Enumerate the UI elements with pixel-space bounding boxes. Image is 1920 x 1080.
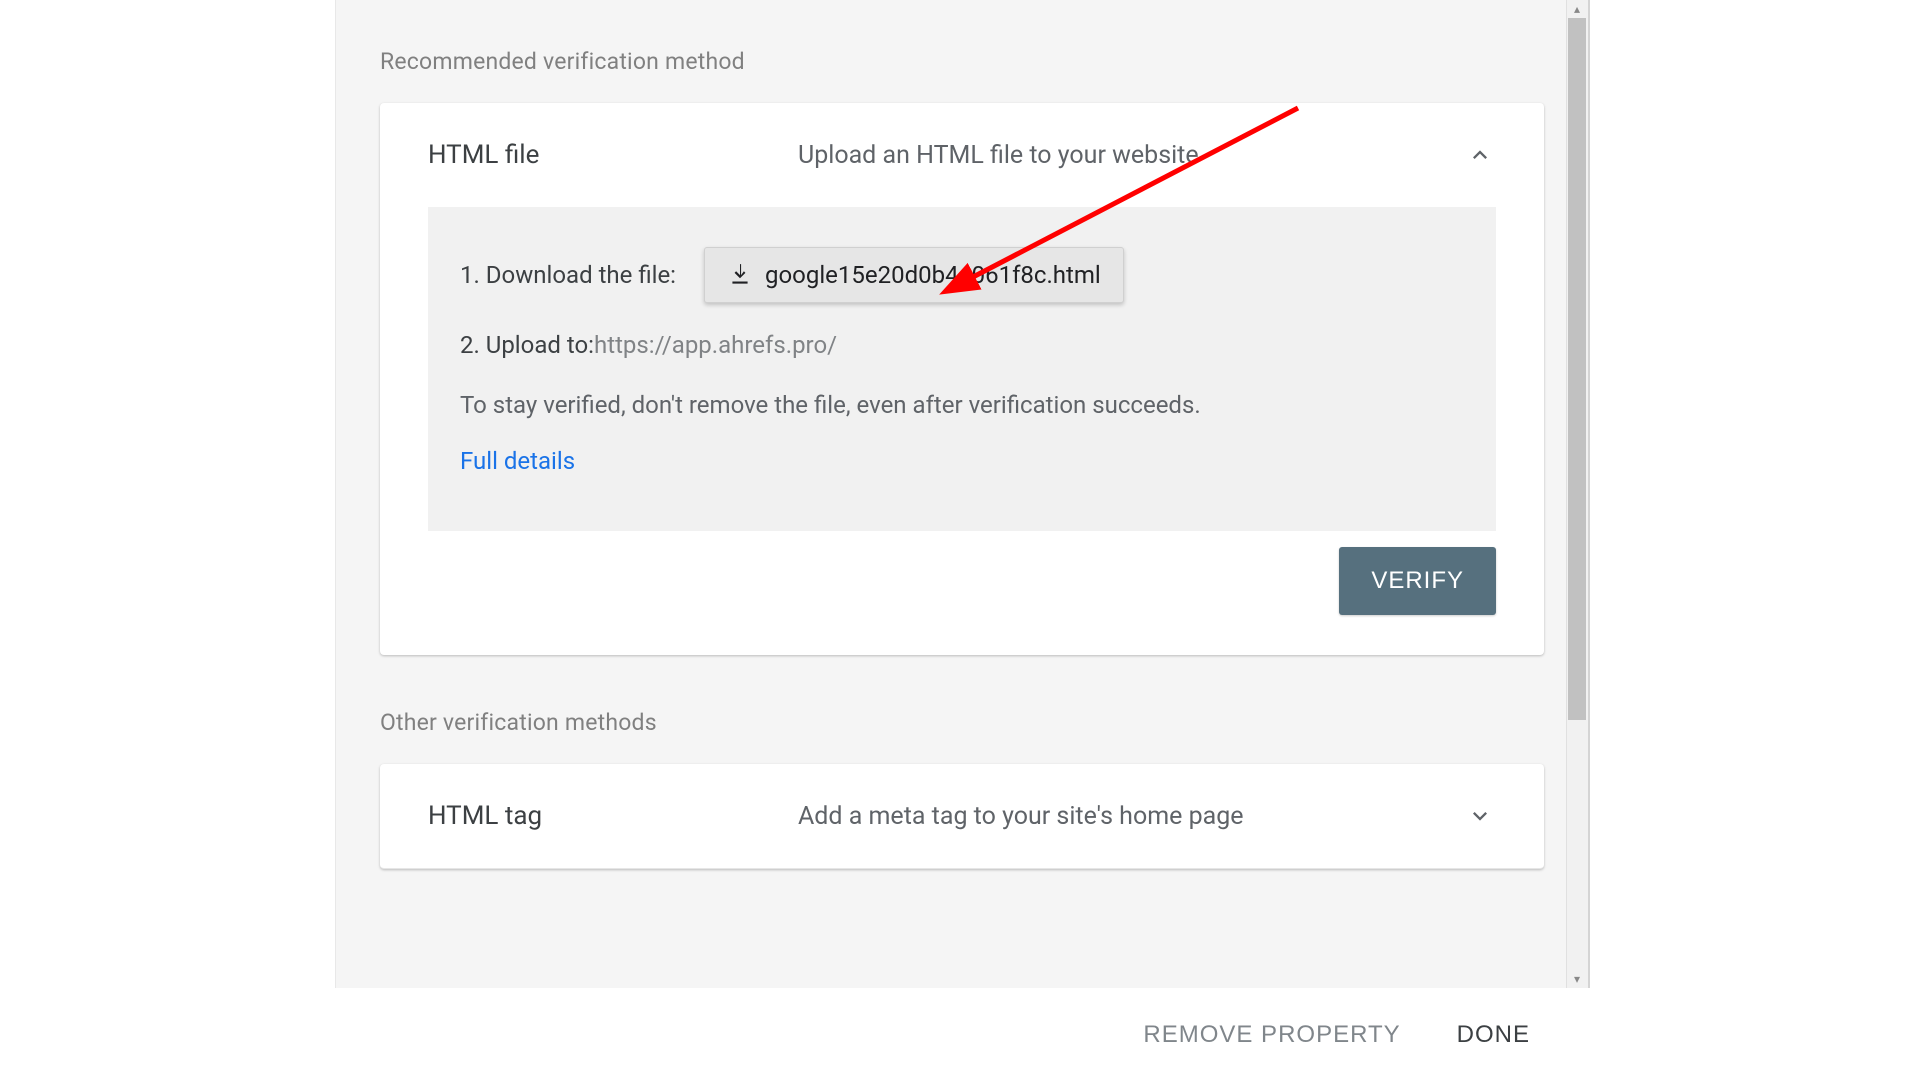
html-file-card-body: 1. Download the file: google15e20d0b4a06…	[428, 207, 1496, 531]
html-tag-card-title: HTML tag	[428, 801, 798, 831]
html-tag-card-subtitle: Add a meta tag to your site's home page	[798, 802, 1464, 831]
scroll-area: Recommended verification method HTML fil…	[335, 0, 1590, 988]
html-file-card-actions: VERIFY	[380, 531, 1544, 655]
scroll-arrow-down-icon[interactable]: ▾	[1566, 970, 1588, 988]
step-2-label: 2. Upload to:	[460, 331, 594, 359]
download-filename: google15e20d0b4a061f8c.html	[765, 261, 1101, 289]
step-1-row: 1. Download the file: google15e20d0b4a06…	[460, 247, 1464, 303]
html-tag-card-header[interactable]: HTML tag Add a meta tag to your site's h…	[380, 764, 1544, 868]
scroll-arrow-up-icon[interactable]: ▴	[1566, 0, 1588, 18]
download-icon	[727, 262, 753, 288]
scroll-content: Recommended verification method HTML fil…	[336, 48, 1588, 869]
upload-url: https://app.ahrefs.pro/	[594, 331, 837, 359]
download-file-button[interactable]: google15e20d0b4a061f8c.html	[704, 247, 1124, 303]
html-tag-card: HTML tag Add a meta tag to your site's h…	[380, 764, 1544, 869]
done-button[interactable]: DONE	[1457, 1021, 1530, 1049]
dialog-footer: REMOVE PROPERTY DONE	[335, 988, 1590, 1080]
verification-note: To stay verified, don't remove the file,…	[460, 391, 1464, 419]
step-1-label: 1. Download the file:	[460, 261, 676, 289]
scrollbar-thumb[interactable]	[1568, 18, 1586, 720]
html-file-card-title: HTML file	[428, 140, 798, 170]
html-file-card: HTML file Upload an HTML file to your we…	[380, 103, 1544, 655]
other-section-label: Other verification methods	[380, 709, 1544, 736]
chevron-down-icon	[1464, 800, 1496, 832]
html-file-card-subtitle: Upload an HTML file to your website	[798, 141, 1464, 170]
scrollbar-track[interactable]: ▴ ▾	[1566, 0, 1588, 988]
dialog-container: Recommended verification method HTML fil…	[288, 0, 1632, 1080]
step-2-row: 2. Upload to: https://app.ahrefs.pro/	[460, 331, 1464, 359]
verify-button[interactable]: VERIFY	[1339, 547, 1496, 615]
recommended-section-label: Recommended verification method	[380, 48, 1544, 75]
remove-property-button[interactable]: REMOVE PROPERTY	[1143, 1021, 1400, 1049]
chevron-up-icon	[1464, 139, 1496, 171]
html-file-card-header[interactable]: HTML file Upload an HTML file to your we…	[380, 103, 1544, 207]
full-details-link[interactable]: Full details	[460, 447, 1464, 475]
